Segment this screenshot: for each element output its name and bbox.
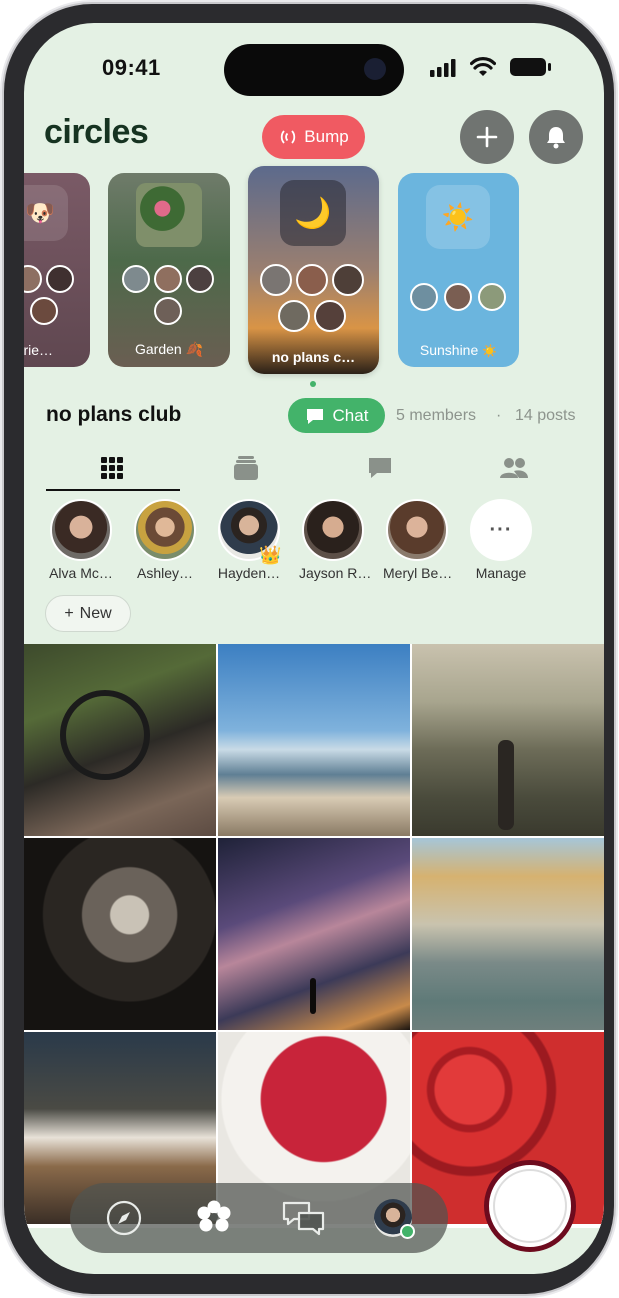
autumn-leaf-icon: 🍂 — [185, 341, 204, 357]
circle-card-friends[interactable]: 🐶 y Frie… — [24, 173, 90, 367]
circle-card-sunshine[interactable]: ☀️ Sunshine ☀️ — [398, 173, 519, 367]
member-name: Ashley… — [136, 565, 194, 581]
avatar — [386, 499, 448, 561]
sun-small-icon: ☀️ — [482, 344, 498, 358]
garden-photo — [136, 183, 202, 247]
post-count: 14 posts — [515, 407, 576, 424]
member-name: Jayson R… — [299, 565, 372, 581]
avatar — [134, 499, 196, 561]
app-logo: circles — [44, 113, 149, 151]
member-ashley[interactable]: Ashley… — [131, 499, 199, 581]
tab-stack[interactable] — [226, 453, 266, 483]
selected-indicator-dot — [310, 381, 316, 387]
camera-lens — [364, 58, 386, 80]
compass-icon — [106, 1200, 142, 1236]
bump-button[interactable]: Bump — [262, 115, 365, 159]
active-tab-underline — [46, 489, 180, 491]
camera-capture-button[interactable] — [484, 1160, 576, 1252]
photo-grid — [24, 644, 604, 1228]
signal-icon — [430, 59, 456, 77]
stack-icon — [234, 456, 258, 480]
photo-truck-interior[interactable] — [24, 644, 216, 836]
photo-hiker-mountains[interactable] — [412, 644, 604, 836]
phone-frame: 09:41 circles Bump 🐶 y Frie — [4, 4, 614, 1294]
new-post-button[interactable]: + New — [45, 595, 131, 632]
photo-beach-coast[interactable] — [218, 644, 410, 836]
flower-icon — [197, 1200, 231, 1232]
member-name: Meryl Be… — [383, 565, 453, 581]
sun-icon: ☀️ — [426, 185, 490, 249]
bell-icon — [547, 127, 565, 149]
circle-card-label: y Frie… — [24, 342, 53, 358]
circle-card-no-plans-club[interactable]: 🌙 no plans c… — [248, 166, 379, 374]
grid-icon — [101, 457, 123, 479]
avatar — [50, 499, 112, 561]
status-time: 09:41 — [102, 55, 161, 80]
chat-button[interactable]: Chat — [288, 398, 385, 433]
nav-circles[interactable] — [194, 1198, 234, 1243]
tab-grid[interactable] — [92, 453, 132, 483]
bump-waves-icon — [281, 130, 296, 144]
nav-explore[interactable] — [106, 1200, 142, 1241]
circle-card-label: Sunshine ☀️ — [419, 342, 498, 358]
member-meryl[interactable]: Meryl Be… — [383, 499, 453, 581]
chat-label: Chat — [332, 405, 369, 425]
tab-people[interactable] — [494, 453, 534, 483]
battery-icon — [510, 58, 551, 76]
plus-icon — [476, 126, 498, 148]
new-label: New — [79, 604, 112, 622]
plus-icon: + — [64, 604, 74, 622]
meta-separator: · — [496, 407, 502, 424]
dog-face-icon: 🐶 — [24, 185, 68, 241]
manage-label: Manage — [475, 565, 527, 581]
photo-milky-way[interactable] — [218, 838, 410, 1030]
member-name: Alva Mc… — [49, 565, 113, 581]
member-jayson[interactable]: Jayson R… — [299, 499, 372, 581]
avatar — [302, 499, 364, 561]
nav-profile-avatar[interactable] — [374, 1199, 415, 1239]
member-name: Hayden… — [217, 565, 281, 581]
notifications-button[interactable] — [529, 110, 583, 164]
add-button[interactable] — [460, 110, 514, 164]
app-screen: 09:41 circles Bump 🐶 y Frie — [24, 23, 604, 1274]
speech-bubble-icon — [369, 458, 391, 478]
manage-members-button[interactable]: ··· Manage — [467, 499, 535, 581]
online-status-dot — [400, 1224, 415, 1239]
tab-chat[interactable] — [360, 453, 400, 483]
member-alva[interactable]: Alva Mc… — [47, 499, 115, 581]
chat-bubble-icon — [306, 408, 323, 424]
member-hayden[interactable]: 👑 Hayden… — [215, 499, 283, 581]
member-count[interactable]: 5 members — [396, 407, 476, 425]
photo-husky-dog[interactable] — [24, 838, 216, 1030]
ellipsis-icon: ··· — [470, 499, 532, 561]
chat-bubbles-icon — [282, 1201, 325, 1236]
circle-card-label: no plans c… — [271, 349, 356, 365]
circle-card-garden[interactable]: Garden 🍂 — [108, 173, 230, 367]
circle-card-label: Garden 🍂 — [134, 341, 204, 357]
circle-title: no plans club — [46, 403, 182, 426]
nav-messages[interactable] — [281, 1199, 327, 1242]
photo-canal-town[interactable] — [412, 838, 604, 1030]
crown-icon: 👑 — [259, 545, 282, 565]
people-icon — [500, 458, 528, 478]
bump-label: Bump — [304, 127, 349, 146]
moon-icon: 🌙 — [280, 180, 346, 246]
wifi-icon — [470, 57, 496, 76]
